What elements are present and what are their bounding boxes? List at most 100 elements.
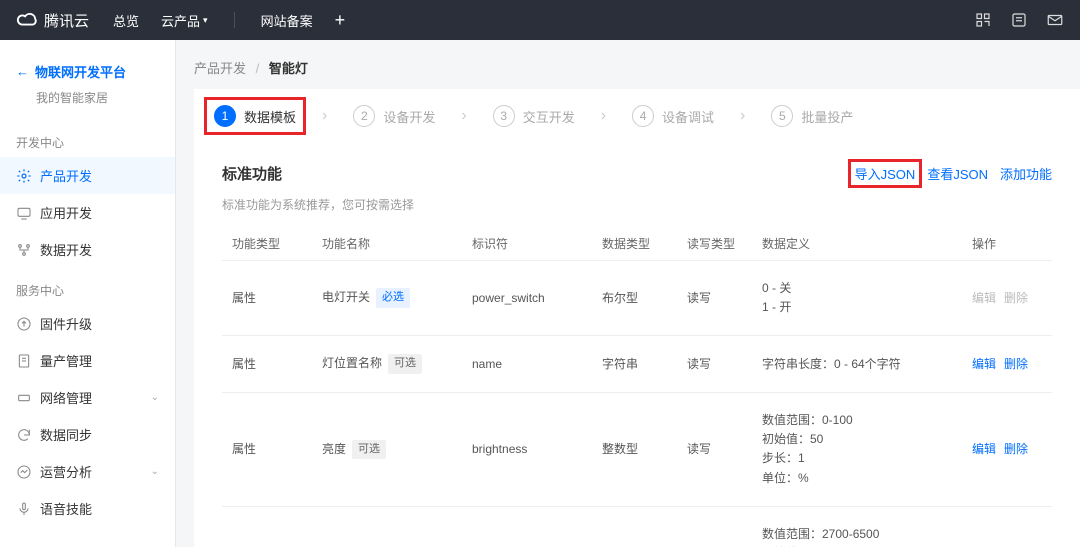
sidebar-item-label: 数据开发 [40,240,92,259]
flow-icon [16,242,32,258]
step-label: 设备开发 [383,107,435,126]
step-arrow-icon: › [740,107,745,125]
cell-type: 属性 [222,336,312,393]
cell-name: 灯位置名称可选 [312,336,462,393]
section-header: 标准功能 导入JSON 查看JSON 添加功能 [222,153,1052,190]
monitor-icon [16,205,32,221]
cell-rw: 读写 [677,261,752,336]
sidebar-item-label: 产品开发 [40,166,92,185]
col-rw: 读写类型 [677,227,752,261]
sidebar-back-label: 物联网开发平台 [35,62,126,81]
nav-add[interactable]: + [335,10,346,31]
mic-icon [16,501,32,517]
cell-actions: 编辑删除 [962,261,1052,336]
back-arrow-icon: ← [16,64,29,79]
step-num: 1 [214,105,236,127]
step-label: 数据模板 [244,107,296,126]
step-num: 4 [632,105,654,127]
tag: 可选 [388,354,422,374]
network-icon [16,390,32,406]
list-icon[interactable] [1010,11,1028,29]
sidebar: ← 物联网开发平台 我的智能家居 开发中心 产品开发 应用开发 数据开发 服务中… [0,40,176,547]
sidebar-item-label: 网络管理 [40,388,92,407]
breadcrumb-sep: / [256,61,260,76]
edit-link: 编辑 [972,291,996,305]
cell-identifier: name [462,336,592,393]
chevron-down-icon: ▾ [203,15,208,26]
table-row: 属性色温可选color_temp整数型读写数值范围：2700-6500 初始值：… [222,506,1052,547]
scan-icon[interactable] [974,11,992,29]
nav-overview[interactable]: 总览 [113,11,139,30]
sidebar-item-label: 语音技能 [40,499,92,518]
section-title: 标准功能 [222,163,282,184]
col-def: 数据定义 [752,227,962,261]
doc-icon [16,353,32,369]
table-row: 属性电灯开关必选power_switch布尔型读写0 - 关 1 - 开编辑删除 [222,261,1052,336]
cell-identifier: color_temp [462,506,592,547]
sidebar-item-app-dev[interactable]: 应用开发 [0,194,175,231]
main: 产品开发 / 智能灯 1 数据模板 › 2 设备开发 › 3 交互开发 › 4 … [176,40,1080,547]
delete-link[interactable]: 删除 [1004,357,1028,371]
sidebar-item-voice[interactable]: 语音技能 [0,490,175,527]
cell-def: 0 - 关 1 - 开 [752,261,962,336]
step-1[interactable]: 1 数据模板 [204,97,306,135]
step-3[interactable]: 3 交互开发 [493,105,575,127]
sidebar-item-label: 量产管理 [40,351,92,370]
sidebar-item-data-dev[interactable]: 数据开发 [0,231,175,268]
sidebar-item-network[interactable]: 网络管理 ⌄ [0,379,175,416]
sidebar-item-mass-prod[interactable]: 量产管理 [0,342,175,379]
sidebar-back[interactable]: ← 物联网开发平台 [0,58,175,85]
cell-datatype: 整数型 [592,393,677,507]
breadcrumb: 产品开发 / 智能灯 [194,58,1080,77]
edit-link[interactable]: 编辑 [972,357,996,371]
step-2[interactable]: 2 设备开发 [353,105,435,127]
sidebar-item-label: 数据同步 [40,425,92,444]
edit-link[interactable]: 编辑 [972,442,996,456]
col-type: 功能类型 [222,227,312,261]
chart-icon [16,464,32,480]
cell-datatype: 字符串 [592,336,677,393]
section-hint: 标准功能为系统推荐，您可按需选择 [222,190,1052,227]
cell-def: 数值范围：0-100 初始值：50 步长：1 单位：% [752,393,962,507]
upgrade-icon [16,316,32,332]
sidebar-item-firmware[interactable]: 固件升级 [0,305,175,342]
sidebar-item-analytics[interactable]: 运营分析 ⌄ [0,453,175,490]
section-actions: 导入JSON 查看JSON 添加功能 [855,164,1052,183]
sidebar-item-data-sync[interactable]: 数据同步 [0,416,175,453]
brand-text: 腾讯云 [44,10,89,31]
view-json-link[interactable]: 查看JSON [927,164,988,183]
step-4[interactable]: 4 设备调试 [632,105,714,127]
nav-icp[interactable]: 网站备案 [261,11,313,30]
step-arrow-icon: › [601,107,606,125]
cell-datatype: 整数型 [592,506,677,547]
mail-icon[interactable] [1046,11,1064,29]
import-json-link[interactable]: 导入JSON [855,167,916,182]
sidebar-item-label: 运营分析 [40,462,92,481]
cell-rw: 读写 [677,393,752,507]
cell-type: 属性 [222,506,312,547]
breadcrumb-parent[interactable]: 产品开发 [194,61,246,76]
add-feature-link[interactable]: 添加功能 [1000,164,1052,183]
cell-name: 亮度可选 [312,393,462,507]
step-num: 5 [771,105,793,127]
delete-link[interactable]: 删除 [1004,442,1028,456]
sidebar-group-dev: 开发中心 [0,120,175,157]
cell-identifier: power_switch [462,261,592,336]
col-datatype: 数据类型 [592,227,677,261]
sidebar-item-label: 固件升级 [40,314,92,333]
cell-identifier: brightness [462,393,592,507]
sidebar-item-product-dev[interactable]: 产品开发 [0,157,175,194]
brand-logo[interactable]: 腾讯云 [16,9,89,31]
nav-products[interactable]: 云产品 ▾ [161,11,208,30]
panel: 1 数据模板 › 2 设备开发 › 3 交互开发 › 4 设备调试 › 5 批量… [194,89,1080,547]
sync-icon [16,427,32,443]
table-header-row: 功能类型 功能名称 标识符 数据类型 读写类型 数据定义 操作 [222,227,1052,261]
delete-link: 删除 [1004,291,1028,305]
table-row: 属性灯位置名称可选name字符串读写字符串长度：0 - 64个字符编辑删除 [222,336,1052,393]
col-name: 功能名称 [312,227,462,261]
sidebar-item-label: 应用开发 [40,203,92,222]
cell-actions: 编辑删除 [962,506,1052,547]
sidebar-project-name: 我的智能家居 [0,85,175,120]
step-label: 设备调试 [662,107,714,126]
step-5[interactable]: 5 批量投产 [771,105,853,127]
